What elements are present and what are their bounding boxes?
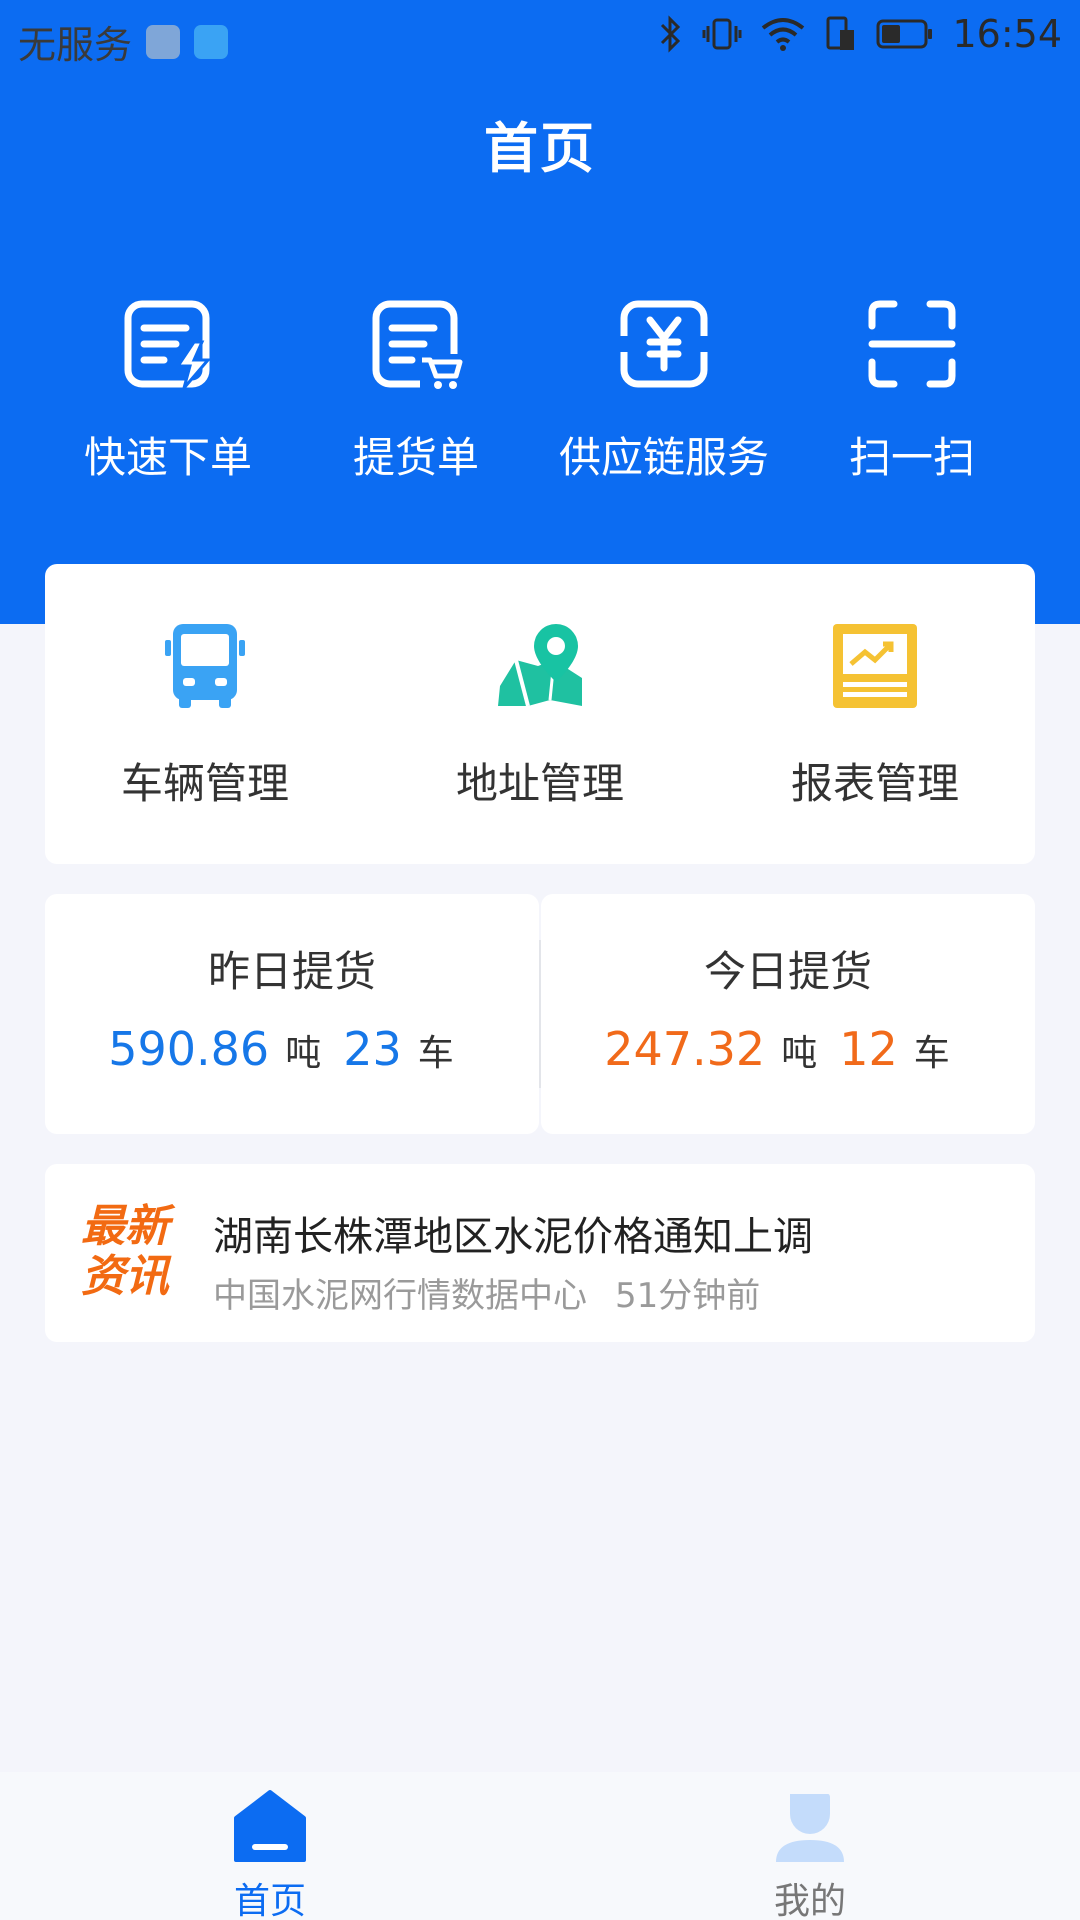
pickup-order-button[interactable]: 提货单 [296,290,536,490]
tab-label: 首页 [233,1881,306,1920]
news-time: 51分钟前 [615,1276,761,1316]
car-unit: 车 [417,1033,454,1074]
tab-label: 我的 [773,1881,846,1920]
bus-icon [165,624,245,708]
clock-text: 16:54 [952,12,1062,56]
vibrate-icon [702,18,742,50]
vehicle-management-button[interactable]: 车辆管理 [50,564,360,864]
news-badge-line: 资讯 [81,1251,169,1302]
news-source: 中国水泥网行情数据中心 [213,1276,587,1316]
status-bar-right: 16:54 [658,12,1062,56]
sim-icon [826,16,855,50]
stat-values: 247.32 吨 12 车 [541,1022,1035,1076]
yuan-icon [616,300,712,388]
stat-title: 昨日提货 [207,947,376,996]
quick-action-label: 提货单 [352,433,479,482]
ton-unit: 吨 [781,1033,818,1074]
news-meta: 中国水泥网行情数据中心 51分钟前 [213,1268,760,1317]
news-title[interactable]: 湖南长株潭地区水泥价格通知上调 [213,1204,813,1262]
status-bar-left: 无服务 [18,14,229,69]
quick-action-label: 快速下单 [83,433,252,482]
carrier-text: 无服务 [18,23,133,67]
map-pin-icon [498,624,582,707]
news-badge-line: 最新 [81,1201,169,1252]
video-notification-icon [194,24,229,59]
car-unit: 车 [913,1033,950,1074]
page-title: 首页 [484,117,596,180]
quick-action-label: 供应链服务 [558,433,769,482]
supply-chain-button[interactable]: 供应链服务 [544,290,784,490]
management-label: 报表管理 [790,759,959,808]
today-cars-value: 12 [839,1022,898,1076]
wifi-icon [762,18,805,51]
order-cart-icon [372,300,463,390]
tab-home[interactable]: 首页 [120,1772,420,1920]
stat-title: 今日提货 [703,947,872,996]
quick-order-button[interactable]: 快速下单 [48,290,288,490]
yesterday-tons-value: 590.86 [108,1022,270,1076]
scan-icon [868,300,956,388]
home-icon [234,1790,306,1862]
management-label: 车辆管理 [120,759,289,808]
today-pickup-card[interactable]: 今日提货 247.32 吨 12 车 [541,894,1035,1134]
bluetooth-icon [661,15,681,53]
report-icon [833,624,917,708]
management-label: 地址管理 [455,759,624,808]
yesterday-pickup-card[interactable]: 昨日提货 590.86 吨 23 车 [45,894,539,1134]
order-lightning-icon [124,300,212,389]
news-badge: 最新 资讯 [81,1202,191,1302]
stat-values: 590.86 吨 23 车 [45,1022,539,1076]
gallery-notification-icon [146,24,181,59]
yesterday-cars-value: 23 [343,1022,402,1076]
tab-mine[interactable]: 我的 [660,1772,960,1920]
today-tons-value: 247.32 [604,1022,766,1076]
scan-button[interactable]: 扫一扫 [792,290,1032,490]
bottom-tab-bar: 首页 我的 [0,1772,1080,1920]
battery-icon [876,19,933,49]
status-bar: 无服务 16:54 [0,0,1080,72]
ton-unit: 吨 [285,1033,322,1074]
quick-actions: 快速下单 提货单 供应链服务 扫一扫 [0,290,1080,490]
user-icon [776,1794,844,1862]
management-card: 车辆管理 地址管理 报表管理 [45,564,1035,864]
quick-action-label: 扫一扫 [848,433,975,482]
report-management-button[interactable]: 报表管理 [720,564,1030,864]
address-management-button[interactable]: 地址管理 [385,564,695,864]
news-card[interactable]: 最新 资讯 湖南长株潭地区水泥价格通知上调 中国水泥网行情数据中心 51分钟前 [45,1164,1035,1342]
